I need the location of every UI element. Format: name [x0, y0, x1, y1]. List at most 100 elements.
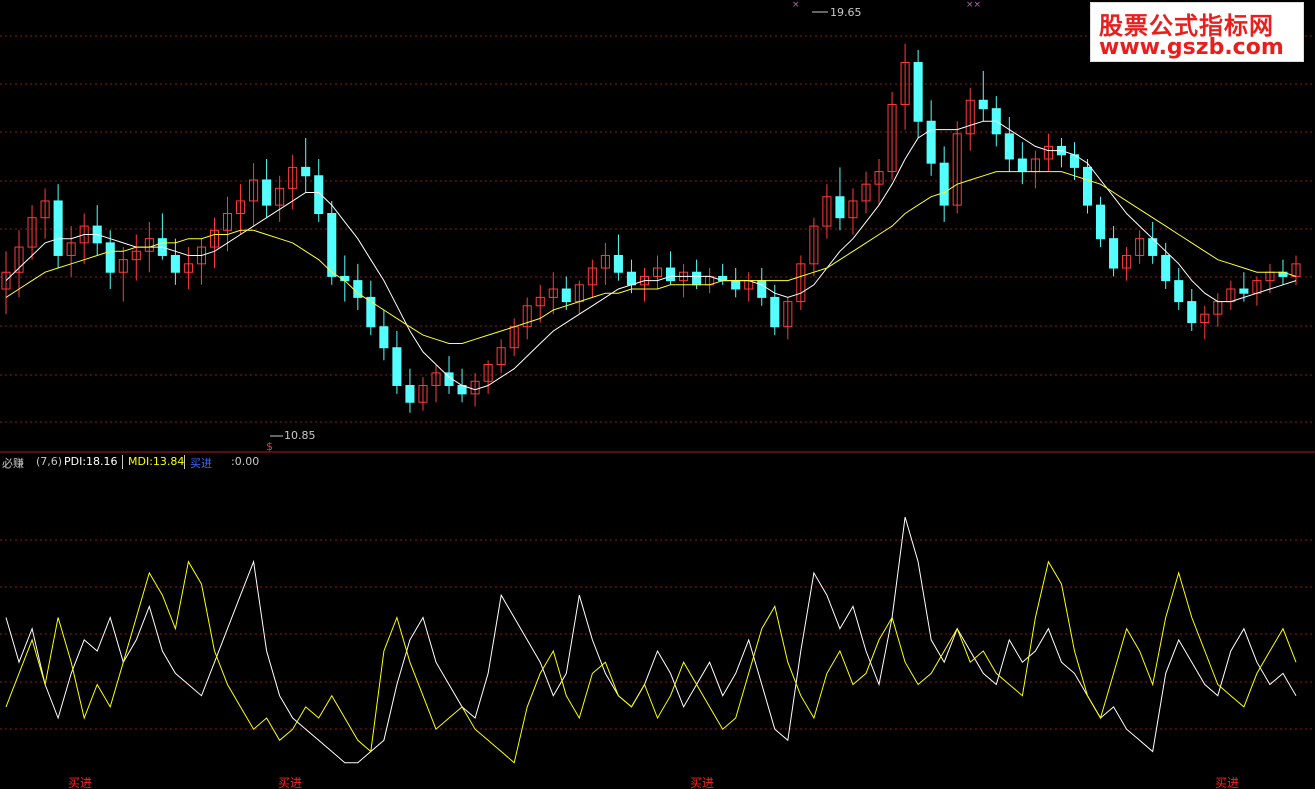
candle — [835, 167, 845, 231]
candle — [157, 213, 167, 260]
svg-text:××: ×× — [966, 0, 981, 10]
pdi-line — [5, 516, 1297, 764]
candle — [874, 158, 884, 206]
zero-value: :0.00 — [231, 455, 260, 468]
candle — [978, 70, 988, 122]
candle — [392, 330, 402, 394]
candle — [822, 184, 832, 239]
candle — [275, 175, 285, 222]
candle — [1056, 138, 1066, 168]
buy-value: 买进 — [190, 457, 212, 470]
buy-signal-label: 买进 — [690, 776, 714, 789]
candle — [209, 217, 220, 269]
candle — [53, 184, 63, 269]
candle — [1226, 280, 1236, 310]
low-price-label: 10.85 — [284, 429, 316, 442]
candle — [170, 238, 180, 285]
candle — [66, 226, 76, 277]
ma-short-line — [5, 120, 1297, 391]
candle — [366, 280, 376, 336]
candle — [1030, 150, 1040, 189]
indicator-params: (7,6) — [36, 455, 63, 468]
candle — [262, 158, 272, 218]
candle — [314, 158, 324, 222]
candle — [1252, 276, 1262, 306]
indicator-grid — [0, 539, 1315, 730]
candle — [1291, 255, 1301, 285]
watermark-logo: 股票公式指标网 www.gszb.com — [1090, 2, 1304, 62]
candlestick-series — [1, 43, 1301, 413]
candle — [418, 377, 428, 411]
candle — [626, 259, 636, 294]
candle — [705, 268, 715, 294]
candle — [483, 360, 493, 394]
candle — [1161, 242, 1171, 290]
candle — [1096, 196, 1106, 248]
candle — [40, 188, 50, 239]
candle — [1148, 221, 1158, 264]
header-separator — [184, 455, 185, 469]
candle — [574, 280, 584, 315]
candle — [79, 213, 89, 264]
candle — [509, 318, 519, 357]
pdi-value: PDI:18.16 — [64, 455, 118, 468]
candle — [1017, 142, 1027, 185]
buy-signal-label: 买进 — [68, 776, 92, 789]
candle — [587, 259, 597, 298]
candle — [1043, 133, 1053, 172]
candle — [1109, 226, 1119, 277]
high-annotation: 19.65 — [812, 6, 862, 19]
candle — [639, 268, 650, 302]
candle — [913, 49, 923, 139]
candle — [1, 251, 11, 315]
high-price-label: 19.65 — [830, 6, 862, 19]
candle — [1135, 230, 1145, 264]
candle — [1122, 247, 1132, 281]
candle — [796, 255, 806, 310]
candle — [27, 205, 37, 260]
candle — [196, 238, 206, 285]
ma-long-line — [5, 171, 1297, 344]
candle — [379, 309, 389, 361]
low-marker: $ — [266, 440, 273, 453]
candle — [848, 188, 858, 235]
candle — [1200, 305, 1210, 340]
mdi-value: MDI:13.84 — [128, 455, 185, 468]
candle — [405, 368, 415, 413]
candle — [770, 284, 780, 336]
candle — [118, 247, 128, 302]
candle — [236, 184, 246, 235]
candle — [900, 43, 910, 130]
buy-signal-label: 买进 — [1215, 776, 1239, 789]
candle — [731, 268, 741, 298]
buy-signal-label: 买进 — [278, 776, 302, 789]
candle — [783, 297, 793, 340]
candle — [431, 364, 441, 403]
svg-text:×: × — [792, 0, 800, 10]
candle — [965, 87, 975, 151]
candle — [613, 234, 623, 281]
candle — [666, 251, 676, 285]
buy-signals: 买进 买进 买进 买进 — [68, 776, 1239, 789]
candle — [652, 255, 663, 290]
indicator-header: 必赚 (7,6) PDI:18.16 MDI:13.84 买进 :0.00 — [0, 455, 300, 471]
low-annotation: 10.85 $ — [266, 429, 316, 453]
candle — [496, 339, 506, 373]
price-grid — [0, 35, 1315, 423]
candle — [1213, 293, 1223, 327]
candle — [249, 163, 259, 227]
candle — [301, 138, 311, 193]
candle — [1187, 289, 1197, 331]
candle — [1174, 268, 1184, 310]
candle — [952, 121, 962, 214]
watermark-url: www.gszb.com — [1099, 35, 1284, 60]
candle — [887, 91, 897, 180]
header-separator — [122, 455, 123, 469]
candle — [939, 146, 949, 222]
candle — [353, 263, 363, 310]
candle — [809, 217, 819, 277]
candle — [92, 205, 102, 256]
stock-chart[interactable]: 买进 买进 买进 买进 19.65 10.85 $ × ×× — [0, 0, 1315, 789]
indicator-name[interactable]: 必赚 — [2, 455, 24, 471]
candle — [600, 242, 610, 285]
